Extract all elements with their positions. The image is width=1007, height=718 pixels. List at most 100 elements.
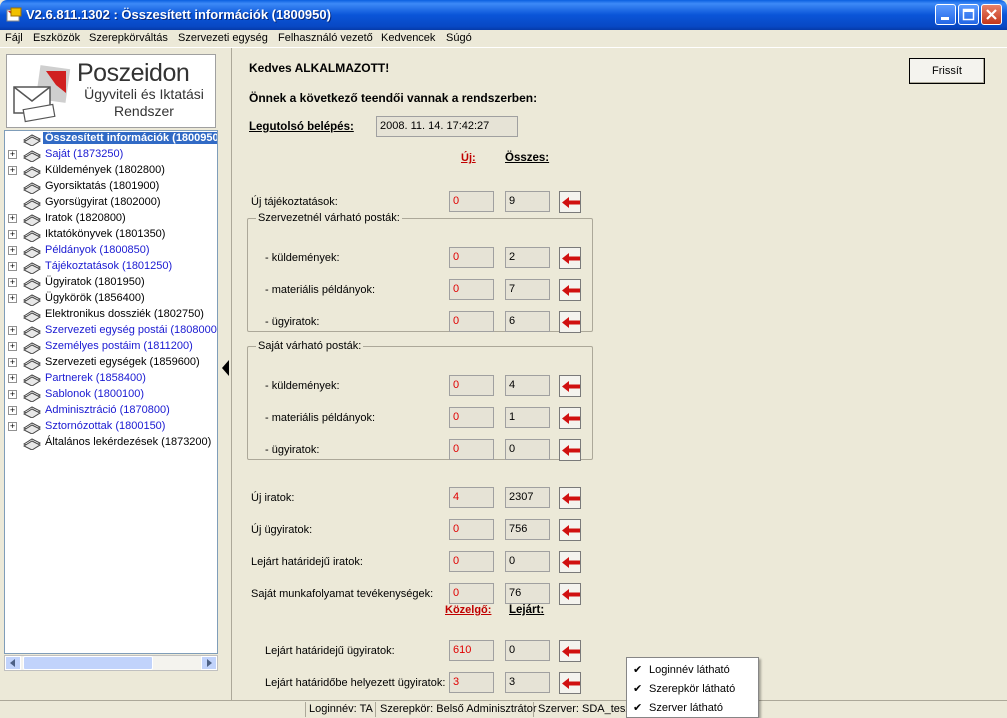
tree-item-label: Tájékoztatások (1801250) bbox=[45, 260, 173, 272]
total-count-field: 76 bbox=[505, 583, 550, 604]
expand-plus-icon[interactable]: + bbox=[8, 166, 17, 175]
total-count-field: 4 bbox=[505, 375, 550, 396]
expand-plus-icon[interactable]: + bbox=[8, 214, 17, 223]
menu-favorites[interactable]: Kedvencek bbox=[381, 32, 435, 44]
open-list-button[interactable] bbox=[559, 640, 581, 662]
close-button[interactable] bbox=[981, 4, 1002, 25]
tree-item[interactable]: + Iktatókönyvek (1801350) bbox=[5, 227, 217, 243]
tree-item[interactable]: + Szervezeti egységek (1859600) bbox=[5, 355, 217, 371]
tree-item[interactable]: + Iratok (1820800) bbox=[5, 211, 217, 227]
status-separator bbox=[305, 702, 306, 717]
summary-row-label: - ügyiratok: bbox=[265, 316, 320, 328]
menu-file[interactable]: Fájl bbox=[5, 32, 23, 44]
open-list-button[interactable] bbox=[559, 672, 581, 694]
total-count-field: 2 bbox=[505, 247, 550, 268]
expand-plus-icon[interactable]: + bbox=[8, 374, 17, 383]
tree-item[interactable]: + Adminisztráció (1870800) bbox=[5, 403, 217, 419]
tree-item[interactable]: + Példányok (1800850) bbox=[5, 243, 217, 259]
collapse-arrow-icon[interactable] bbox=[222, 360, 229, 376]
total-count-field: 3 bbox=[505, 672, 550, 693]
scroll-thumb[interactable] bbox=[23, 656, 153, 670]
expand-plus-icon[interactable]: + bbox=[8, 406, 17, 415]
maximize-button[interactable] bbox=[958, 4, 979, 25]
open-list-button[interactable] bbox=[559, 583, 581, 605]
open-list-button[interactable] bbox=[559, 279, 581, 301]
menu-tools[interactable]: Eszközök bbox=[33, 32, 80, 44]
org-expected-mail-title: Szervezetnél várható posták: bbox=[256, 212, 402, 224]
ctx-show-server[interactable]: ✔ Szerver látható bbox=[627, 699, 758, 717]
tree-item[interactable]: + Szervezeti egység postái (1808000) bbox=[5, 323, 217, 339]
tree-item[interactable]: + Sztornózottak (1800150) bbox=[5, 419, 217, 435]
expand-plus-icon[interactable]: + bbox=[8, 326, 17, 335]
menu-org-unit[interactable]: Szervezeti egység bbox=[178, 32, 268, 44]
status-context-menu: ✔ Loginnév látható ✔ Szerepkör látható ✔… bbox=[626, 657, 759, 718]
expand-plus-icon[interactable]: + bbox=[8, 246, 17, 255]
subtitle: Önnek a következő teendői vannak a rends… bbox=[249, 91, 538, 105]
tree-item[interactable]: + Küldemények (1802800) bbox=[5, 163, 217, 179]
open-list-button[interactable] bbox=[559, 407, 581, 429]
menu-user-manager[interactable]: Felhasználó vezető bbox=[278, 32, 373, 44]
new-count-field: 0 bbox=[449, 439, 494, 460]
document-stack-icon bbox=[22, 438, 42, 450]
tree-item-label: Összesített információk (1800950) bbox=[43, 132, 217, 144]
menu-role-switch[interactable]: Szerepkörváltás bbox=[89, 32, 168, 44]
ctx-show-role[interactable]: ✔ Szerepkör látható bbox=[627, 680, 758, 698]
last-login-field: 2008. 11. 14. 17:42:27 bbox=[376, 116, 518, 137]
tree-horizontal-scrollbar[interactable] bbox=[4, 655, 218, 671]
summary-row-label: - küldemények: bbox=[265, 252, 340, 264]
tree-item[interactable]: Elektronikus dossziék (1802750) bbox=[5, 307, 217, 323]
tree-item[interactable]: + Tájékoztatások (1801250) bbox=[5, 259, 217, 275]
tree-item[interactable]: + Sablonok (1800100) bbox=[5, 387, 217, 403]
scroll-left-button[interactable] bbox=[5, 656, 21, 670]
new-count-field: 0 bbox=[449, 551, 494, 572]
new-count-field: 0 bbox=[449, 247, 494, 268]
status-role: Szerepkör: Belső Adminisztrátor bbox=[380, 703, 537, 715]
navigation-tree[interactable]: Összesített információk (1800950) + Saját … bbox=[4, 130, 218, 654]
open-list-button[interactable] bbox=[559, 487, 581, 509]
total-count-field: 0 bbox=[505, 551, 550, 572]
tree-item[interactable]: Általános lekérdezések (1873200) bbox=[5, 435, 217, 451]
document-stack-icon bbox=[22, 246, 42, 258]
column-header-upcoming: Közelgő: bbox=[445, 604, 492, 616]
expand-plus-icon[interactable]: + bbox=[8, 230, 17, 239]
expand-plus-icon[interactable]: + bbox=[8, 150, 17, 159]
expand-plus-icon[interactable]: + bbox=[8, 278, 17, 287]
tree-item[interactable]: Gyorsiktatás (1801900) bbox=[5, 179, 217, 195]
tree-item[interactable]: + Partnerek (1858400) bbox=[5, 371, 217, 387]
tree-item[interactable]: Összesített információk (1800950) bbox=[5, 131, 217, 147]
open-list-button[interactable] bbox=[559, 519, 581, 541]
expand-plus-icon[interactable]: + bbox=[8, 358, 17, 367]
scroll-right-button[interactable] bbox=[201, 656, 217, 670]
document-stack-icon bbox=[22, 278, 42, 290]
refresh-button[interactable]: Frissít bbox=[909, 58, 985, 84]
column-header-total: Összes: bbox=[505, 152, 550, 164]
new-count-field: 0 bbox=[449, 375, 494, 396]
tree-item[interactable]: + Saját (1873250) bbox=[5, 147, 217, 163]
pane-splitter[interactable] bbox=[222, 48, 230, 700]
open-list-button[interactable] bbox=[559, 551, 581, 573]
expand-plus-icon[interactable]: + bbox=[8, 294, 17, 303]
logo: Poszeidon Ügyviteli és Iktatási Rendszer bbox=[6, 54, 216, 128]
expand-plus-icon[interactable]: + bbox=[8, 390, 17, 399]
arrow-left-red-icon bbox=[562, 678, 580, 689]
expand-plus-icon[interactable]: + bbox=[8, 262, 17, 271]
open-list-button[interactable] bbox=[559, 439, 581, 461]
open-list-button[interactable] bbox=[559, 311, 581, 333]
document-stack-icon bbox=[22, 230, 42, 242]
expand-plus-icon[interactable]: + bbox=[8, 422, 17, 431]
menu-help[interactable]: Súgó bbox=[446, 32, 472, 44]
open-list-button[interactable] bbox=[559, 247, 581, 269]
summary-row-label: - küldemények: bbox=[265, 380, 340, 392]
tree-item[interactable]: + Ügyiratok (1801950) bbox=[5, 275, 217, 291]
app-icon[interactable] bbox=[6, 7, 22, 23]
arrow-left-icon bbox=[10, 659, 15, 667]
tree-item[interactable]: + Személyes postáim (1811200) bbox=[5, 339, 217, 355]
ctx-show-login[interactable]: ✔ Loginnév látható bbox=[627, 661, 758, 679]
tree-item[interactable]: Gyorsügyirat (1802000) bbox=[5, 195, 217, 211]
expand-plus-icon[interactable]: + bbox=[8, 342, 17, 351]
document-stack-icon bbox=[22, 198, 42, 210]
open-list-button[interactable] bbox=[559, 191, 581, 213]
tree-item[interactable]: + Ügykörök (1856400) bbox=[5, 291, 217, 307]
open-list-button[interactable] bbox=[559, 375, 581, 397]
minimize-button[interactable] bbox=[935, 4, 956, 25]
